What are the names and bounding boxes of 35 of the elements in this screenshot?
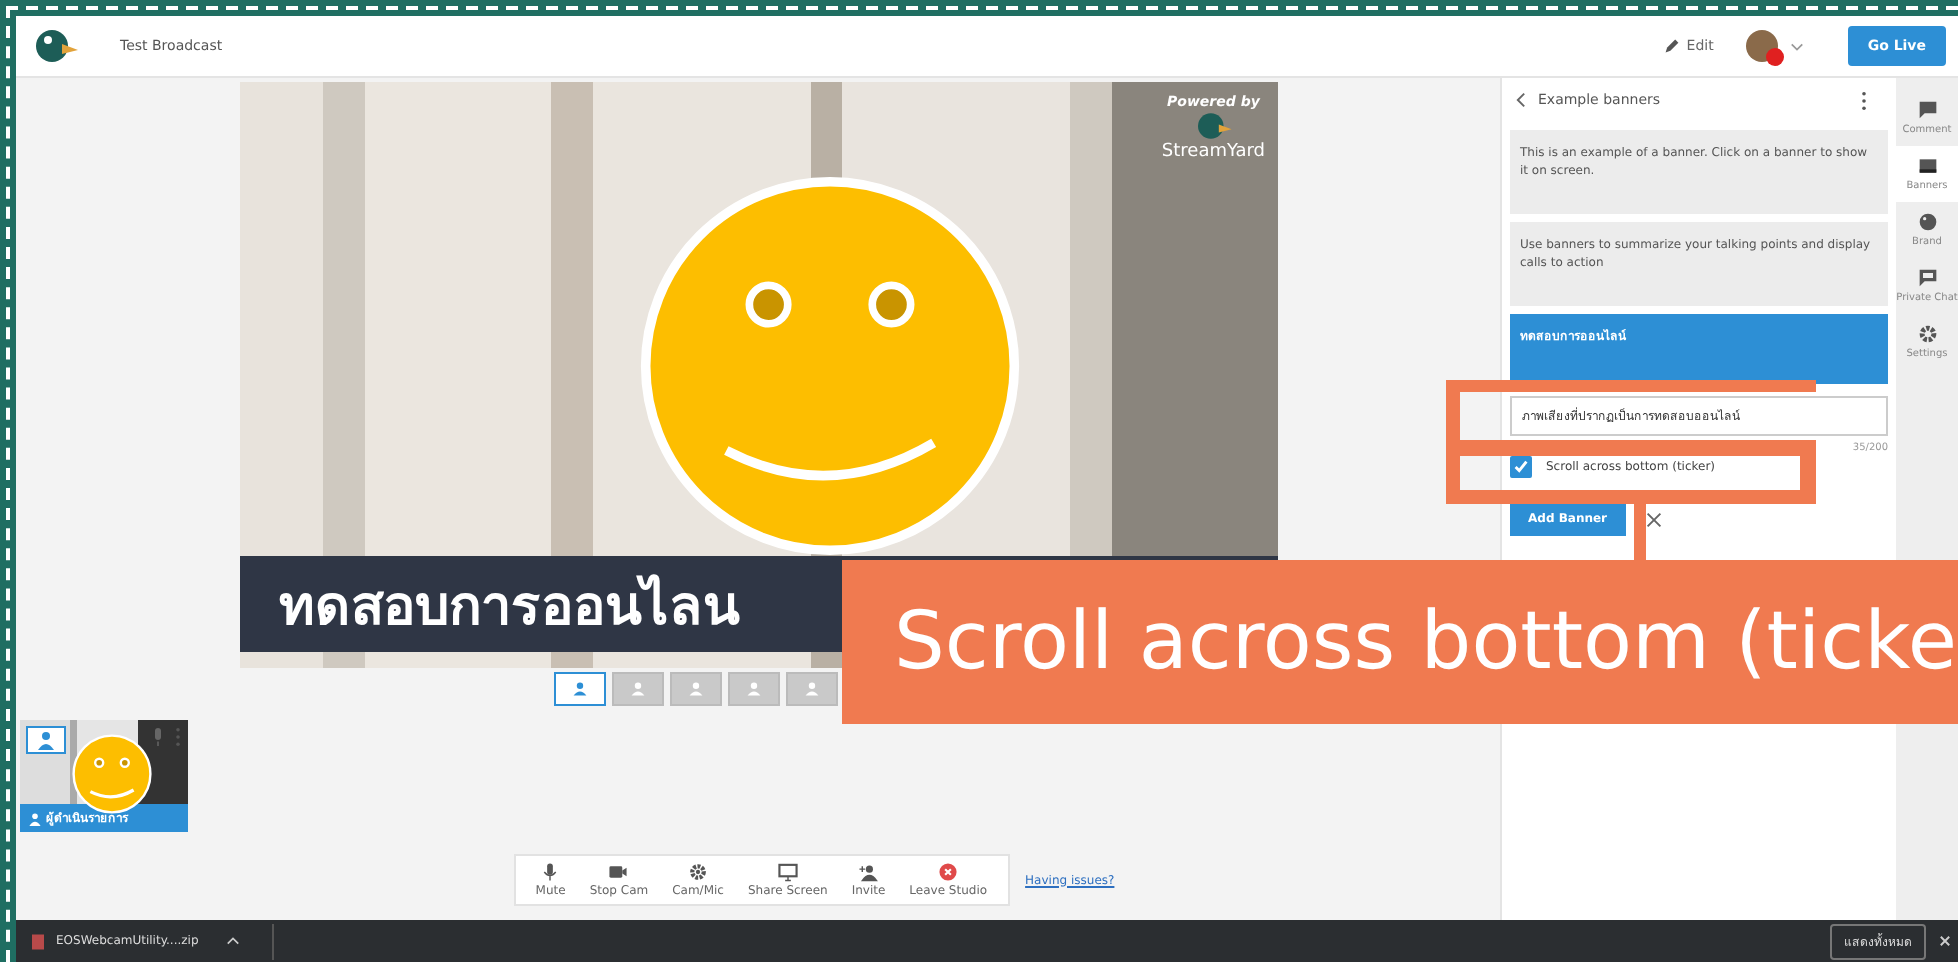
brand-name: StreamYard — [1161, 142, 1265, 162]
add-person-icon — [858, 862, 879, 882]
file-icon — [32, 933, 44, 949]
layout-button[interactable] — [786, 672, 838, 706]
layout-button[interactable] — [728, 672, 780, 706]
camera-icon — [608, 862, 629, 882]
gear-icon — [688, 862, 709, 882]
person-button[interactable] — [26, 726, 66, 754]
settings-icon — [1917, 324, 1937, 344]
ticker-checkbox[interactable] — [1510, 456, 1532, 478]
person-icon — [36, 730, 56, 750]
chat-icon — [1917, 268, 1937, 288]
callout-text: Scroll across bottom (ticke — [842, 560, 1958, 724]
close-circle-icon — [938, 862, 959, 882]
caret-icon[interactable] — [226, 936, 241, 946]
banner-text: ทดสอบการออนไลน — [279, 572, 739, 641]
person-icon — [28, 811, 42, 825]
layout-button[interactable] — [554, 672, 606, 706]
layout-button[interactable] — [612, 672, 664, 706]
duck-logo-icon — [1193, 110, 1234, 142]
check-icon — [1512, 458, 1530, 476]
avatar-icon[interactable] — [1745, 30, 1778, 62]
back-icon[interactable] — [1516, 92, 1526, 108]
microphone-icon — [540, 862, 561, 882]
banner-icon — [1917, 156, 1937, 176]
palette-icon — [1917, 212, 1937, 232]
smiley-face-icon — [72, 734, 152, 814]
close-icon[interactable] — [1645, 511, 1662, 527]
comment-icon — [1917, 100, 1937, 120]
monitor-icon — [777, 862, 798, 882]
duck-logo-icon — [32, 26, 80, 66]
pencil-icon — [1664, 38, 1681, 54]
mic-icon[interactable] — [152, 728, 164, 746]
layout-button[interactable] — [670, 672, 722, 706]
smiley-face-icon — [638, 174, 1022, 558]
